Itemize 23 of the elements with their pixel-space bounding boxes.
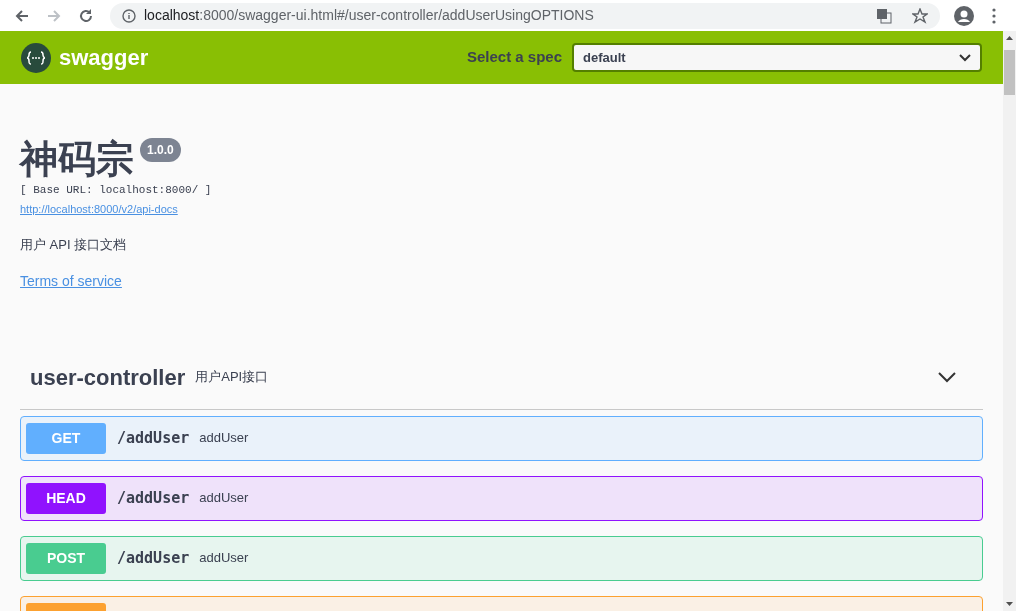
- version-badge: 1.0.0: [140, 138, 181, 162]
- endpoint-path: /addUser: [117, 427, 190, 449]
- address-bar[interactable]: localhost:8000/swagger-ui.html#/user-controller/addUserUsingOPTIONS: [110, 2, 940, 29]
- operation-row[interactable]: GET /addUser addUser: [20, 415, 983, 461]
- operation-row[interactable]: HEAD /addUser addUser: [20, 475, 983, 521]
- api-description: 用户 API 接口文档: [20, 236, 127, 254]
- base-url: [ Base URL: localhost:8000/ ]: [20, 183, 212, 198]
- endpoint-summary: addUser: [199, 549, 249, 568]
- method-badge: HEAD: [26, 482, 106, 514]
- operation-row[interactable]: POST /addUser addUser: [20, 535, 983, 581]
- tag-name: user-controller: [30, 363, 186, 392]
- method-badge: GET: [26, 422, 106, 454]
- tag-description: 用户API接口: [195, 368, 269, 387]
- endpoint-summary: addUser: [199, 489, 249, 508]
- spec-label: Select a spec: [466, 47, 562, 68]
- spec-select[interactable]: default: [572, 43, 982, 72]
- api-title: 神码宗: [20, 137, 134, 182]
- endpoint-path: /addUser: [117, 487, 190, 509]
- endpoint-path: /addUser: [117, 547, 190, 569]
- brand-name: swagger: [59, 44, 149, 72]
- url-text: localhost:8000/swagger-ui.html#/user-controller/addUserUsingOPTIONS: [144, 6, 594, 25]
- endpoint-summary: addUser: [199, 429, 249, 448]
- method-badge: POST: [26, 542, 106, 574]
